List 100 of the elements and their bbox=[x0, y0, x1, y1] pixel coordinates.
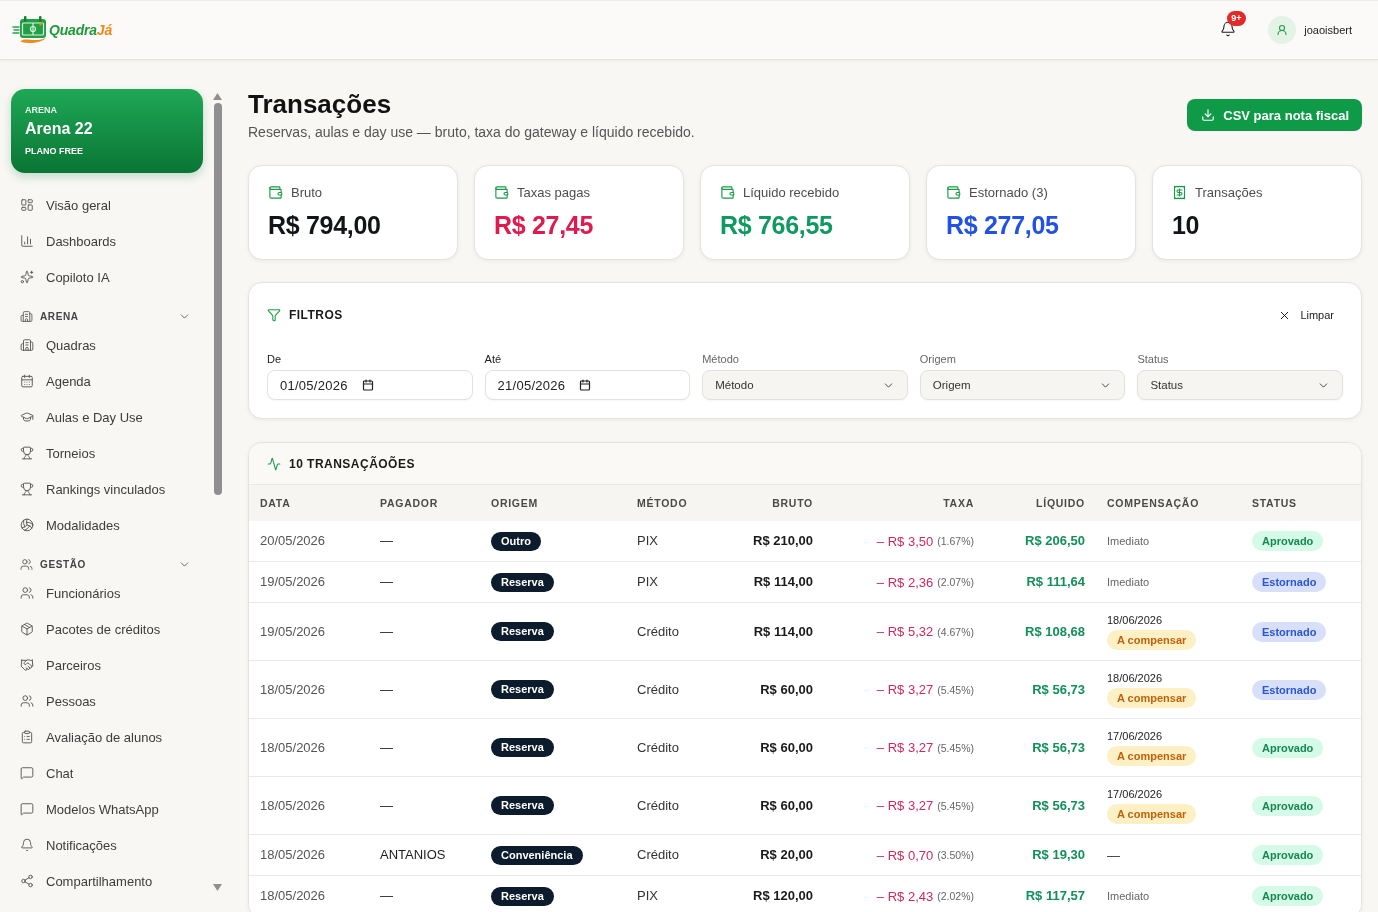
panel-title: FILTROS bbox=[289, 308, 343, 322]
fee-amount: – R$ 3,27 bbox=[876, 740, 934, 755]
nav-item[interactable]: Visão geral bbox=[11, 187, 203, 223]
select-field[interactable]: Método bbox=[702, 370, 908, 400]
table-cell-text: Crédito bbox=[636, 680, 680, 699]
column-header: LÍQUIDO bbox=[1035, 497, 1086, 509]
clear-button[interactable]: Limpar bbox=[1274, 305, 1343, 325]
select-field[interactable]: Status bbox=[1137, 370, 1343, 400]
table-cell-text: — bbox=[379, 796, 394, 815]
bell-icon[interactable] bbox=[1220, 21, 1237, 37]
nav-item[interactable]: Rankings vinculados bbox=[11, 471, 203, 507]
nav-section-header[interactable]: GESTÃO bbox=[11, 553, 203, 575]
trophy-icon bbox=[20, 482, 34, 496]
field-label: De bbox=[267, 352, 283, 366]
scroll-down-icon[interactable] bbox=[213, 884, 222, 891]
stat-label: Bruto bbox=[291, 184, 323, 200]
wallet-icon bbox=[720, 184, 735, 200]
nav-item[interactable]: Dashboards bbox=[11, 223, 203, 259]
nav-item[interactable]: Chat bbox=[11, 755, 203, 791]
fee-percent: (2.02%) bbox=[937, 890, 974, 902]
scroll-up-icon[interactable] bbox=[213, 93, 222, 100]
arena-card[interactable]: ARENA Arena 22 PLANO FREE bbox=[11, 89, 203, 173]
column-header: PAGADOR bbox=[379, 497, 440, 509]
table-cell-text: R$ 19,30 bbox=[1031, 846, 1086, 864]
handshake-icon bbox=[20, 658, 34, 672]
graduation-cap-icon bbox=[20, 410, 34, 424]
logo-icon bbox=[12, 15, 48, 45]
table-cell-text: Crédito bbox=[636, 622, 680, 641]
building-icon bbox=[20, 338, 34, 352]
table-cell-text: ANTANIOS bbox=[379, 846, 447, 864]
stat-value: R$ 27,45 bbox=[494, 210, 595, 241]
nav-item[interactable]: Pacotes de créditos bbox=[11, 611, 203, 647]
select-field[interactable]: Origem bbox=[919, 370, 1126, 400]
building-icon bbox=[20, 309, 33, 323]
download-icon bbox=[1201, 108, 1216, 122]
settlement-note: Imediato bbox=[1107, 535, 1150, 547]
date-field[interactable]: 01/05/2026 bbox=[267, 370, 473, 400]
table-cell-text: — bbox=[379, 680, 394, 699]
export-csv-button[interactable]: CSV para nota fiscal bbox=[1187, 99, 1362, 131]
users-icon bbox=[20, 557, 33, 571]
table-cell-text: — bbox=[379, 738, 394, 757]
date-field[interactable]: 21/05/2026 bbox=[484, 370, 691, 400]
nav-item[interactable]: Aulas e Day Use bbox=[11, 399, 203, 435]
table-cell-text: R$ 60,00 bbox=[759, 796, 814, 815]
origin-tag: Outro bbox=[491, 531, 541, 551]
table-cell-text: 19/05/2026 bbox=[259, 622, 327, 641]
fee-percent: (3.50%) bbox=[937, 849, 974, 861]
scrollbar-thumb[interactable] bbox=[213, 103, 222, 495]
username[interactable]: joaoisbert bbox=[1304, 24, 1352, 36]
table-cell-text: PIX bbox=[636, 532, 659, 550]
nav-item[interactable]: Notificações bbox=[11, 827, 203, 863]
nav-item[interactable]: Modelos WhatsApp bbox=[11, 791, 203, 827]
fee-amount: – R$ 3,27 bbox=[876, 798, 934, 813]
nav-item[interactable]: Parceiros bbox=[11, 647, 203, 683]
sparkles-icon bbox=[20, 270, 34, 284]
nav-item[interactable]: Agenda bbox=[11, 363, 203, 399]
status-tag: Estornado bbox=[1252, 679, 1327, 700]
fee-amount: – R$ 3,50 bbox=[876, 533, 934, 549]
table-cell-text: — bbox=[379, 622, 394, 641]
column-header: MÉTODO bbox=[636, 497, 689, 509]
table-cell-text: R$ 56,73 bbox=[1031, 738, 1086, 757]
table-cell-text: R$ 20,00 bbox=[759, 846, 814, 864]
stat-value: R$ 766,55 bbox=[720, 210, 834, 241]
nav-item[interactable]: Avaliação de alunos bbox=[11, 719, 203, 755]
settlement-note: — bbox=[1107, 847, 1120, 863]
table-cell-text: R$ 111,64 bbox=[1025, 573, 1086, 591]
nav-item[interactable]: Pessoas bbox=[11, 683, 203, 719]
table-cell-text: — bbox=[379, 887, 394, 905]
column-header: TAXA bbox=[942, 497, 975, 509]
field-label: Status bbox=[1137, 352, 1170, 366]
table-cell-text: 18/05/2026 bbox=[259, 680, 327, 699]
table-cell-text: PIX bbox=[636, 887, 659, 905]
nav-item[interactable]: Copiloto IA bbox=[11, 259, 203, 295]
nav-section-header[interactable]: ARENA bbox=[11, 305, 203, 327]
wallet-icon bbox=[946, 184, 961, 200]
clipboard-icon bbox=[20, 730, 34, 744]
pending-tag: A compensar bbox=[1107, 804, 1197, 824]
nav-item[interactable]: Quadras bbox=[11, 327, 203, 363]
table-title: 10 TRANSAÇÃOÕES bbox=[289, 456, 415, 471]
volleyball-icon bbox=[20, 518, 34, 532]
calendar-icon[interactable] bbox=[361, 379, 374, 391]
avatar-icon[interactable] bbox=[1268, 16, 1297, 44]
stat-label: Transações bbox=[1195, 184, 1263, 200]
arena-name: Arena 22 bbox=[25, 119, 94, 139]
column-header: BRUTO bbox=[771, 497, 814, 509]
nav-item[interactable]: Modalidades bbox=[11, 507, 203, 543]
table-cell-text: 20/05/2026 bbox=[259, 532, 327, 550]
stat-label: Taxas pagas bbox=[517, 184, 590, 200]
nav-item[interactable]: Funcionários bbox=[11, 575, 203, 611]
table-cell-text: 18/05/2026 bbox=[259, 846, 327, 864]
pending-tag: A compensar bbox=[1107, 688, 1197, 708]
table-cell-text: R$ 60,00 bbox=[759, 680, 814, 699]
nav-item[interactable]: Compartilhamento bbox=[11, 863, 203, 899]
table-cell-text: R$ 117,57 bbox=[1024, 887, 1086, 905]
calendar-icon[interactable] bbox=[579, 379, 592, 391]
page-subtitle: Reservas, aulas e day use — bruto, taxa do gateway e líquido recebido. bbox=[248, 123, 695, 142]
fee-percent: (2.07%) bbox=[937, 576, 974, 588]
status-tag: Aprovado bbox=[1252, 737, 1324, 758]
nav-item[interactable]: Torneios bbox=[11, 435, 203, 471]
field-label: Até bbox=[484, 352, 503, 366]
